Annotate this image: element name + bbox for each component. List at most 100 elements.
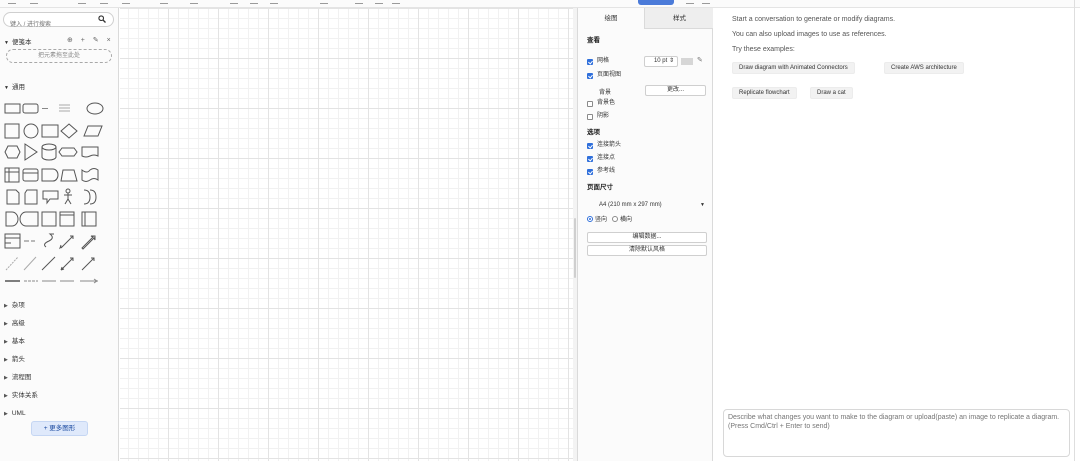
suggestion-chip[interactable]: Create AWS architecture (884, 62, 964, 74)
table-shape[interactable] (4, 167, 20, 183)
category-entity-relation[interactable]: ▶ 实体关系 (4, 387, 38, 405)
hexagon-shape[interactable] (4, 145, 21, 159)
shape-search-box[interactable] (3, 12, 114, 32)
container-shape[interactable] (22, 168, 39, 182)
scratchpad-dropzone[interactable]: 把元素拖至此处 (6, 49, 112, 63)
shadow-checkbox[interactable]: 阴影 (587, 112, 609, 121)
grid-color-swatch[interactable] (681, 58, 693, 65)
toolbar-icon[interactable] (702, 0, 710, 4)
bidirectional-arrow-shape[interactable] (59, 235, 74, 250)
tab-style[interactable]: 样式 (644, 8, 714, 29)
toolbar-icon[interactable] (122, 0, 130, 4)
toolbar-icon[interactable] (270, 0, 278, 4)
or-shape[interactable] (83, 189, 97, 205)
view-section-title: 查看 (587, 37, 600, 44)
toolbar-icon[interactable] (375, 0, 383, 4)
suggestion-chip[interactable]: Draw a cat (810, 87, 853, 99)
process-shape[interactable] (41, 124, 59, 138)
landscape-label[interactable]: 横向 (620, 214, 632, 223)
radio-checked-icon[interactable] (587, 215, 593, 222)
toolbar-icon[interactable] (78, 0, 86, 4)
toolbar-icon[interactable] (250, 0, 258, 4)
page-view-checkbox[interactable]: 页面视图 (587, 71, 621, 80)
general-header[interactable]: ▼ 通用 (4, 81, 25, 91)
category-basic[interactable]: ▶ 基本 (4, 333, 38, 351)
toolbar-icon[interactable] (190, 0, 198, 4)
line-2-shape[interactable] (23, 256, 37, 271)
suggestion-chip[interactable]: Replicate flowchart (732, 87, 797, 99)
connection-points-checkbox[interactable]: 连接点 (587, 154, 615, 163)
directional-line-shape[interactable] (41, 256, 56, 271)
toolbar-icon[interactable] (686, 0, 694, 4)
toolbar-icon[interactable] (320, 0, 328, 4)
toolbar-icon[interactable] (160, 0, 168, 4)
radio-empty-icon[interactable] (612, 215, 619, 222)
bidirectional-connector-shape[interactable] (60, 257, 74, 271)
manual-input-shape[interactable] (81, 211, 97, 227)
scrollbar-thumb[interactable] (574, 218, 576, 278)
square-shape[interactable] (4, 123, 20, 139)
category-flowchart[interactable]: ▶ 流程图 (4, 369, 38, 387)
list-shape[interactable] (4, 233, 21, 249)
trapezoid-shape[interactable] (60, 169, 78, 182)
arrow-connector-shape[interactable] (81, 257, 95, 271)
flex-arrow-shape[interactable] (81, 235, 96, 250)
toolbar-icon[interactable] (355, 0, 363, 4)
scratchpad-header[interactable]: ▼ 便笺本 (4, 36, 31, 46)
pencil-icon[interactable]: ✎ (697, 56, 703, 64)
scratchpad-tools[interactable]: ⊕ + ✎ × (67, 36, 114, 44)
chat-prompt-input[interactable] (723, 409, 1070, 457)
caret-right-icon: ▶ (4, 339, 8, 345)
toolbar-icon[interactable] (8, 0, 16, 4)
tape-shape[interactable] (81, 168, 99, 182)
search-icon[interactable] (98, 15, 106, 23)
delay-shape[interactable] (41, 168, 59, 182)
card-shape[interactable] (24, 189, 38, 205)
grid-checkbox[interactable]: 网格 (587, 57, 609, 66)
triangle-shape[interactable] (24, 143, 38, 161)
grid-size-input[interactable]: 10 pt ⇕ (644, 56, 678, 67)
note-shape[interactable] (6, 189, 20, 205)
callout-shape[interactable] (42, 190, 59, 205)
toolbar-icon[interactable] (230, 0, 238, 4)
guides-checkbox[interactable]: 参考线 (587, 167, 615, 176)
more-shapes-button[interactable]: + 更多图形 (31, 421, 88, 436)
parallelogram-shape[interactable] (83, 125, 103, 137)
square-2-shape[interactable] (41, 211, 57, 227)
top-toolbar (0, 0, 1080, 8)
change-background-button[interactable]: 更改... (645, 85, 706, 96)
data-storage-shape[interactable] (19, 211, 39, 227)
rectangle-shape[interactable] (4, 103, 21, 114)
edit-data-button[interactable]: 编辑数据... (587, 232, 707, 243)
circle-shape[interactable] (23, 123, 39, 139)
internal-storage-shape[interactable] (58, 147, 78, 157)
actor-shape[interactable] (64, 188, 72, 205)
toolbar-icon[interactable] (392, 0, 400, 4)
paper-size-select[interactable]: A4 (210 mm x 297 mm) ▼ (587, 199, 707, 211)
toolbar-icon[interactable] (100, 0, 108, 4)
textbox-shape[interactable] (59, 104, 70, 112)
toolbar-icon[interactable] (30, 0, 38, 4)
category-misc[interactable]: ▶ 杂项 (4, 297, 38, 315)
active-panel-tab[interactable] (638, 0, 674, 5)
category-advanced[interactable]: ▶ 高级 (4, 315, 38, 333)
and-shape[interactable] (5, 211, 19, 227)
tab-diagram[interactable]: 绘图 (578, 8, 644, 29)
frame-shape[interactable] (59, 211, 75, 227)
curve-shape[interactable] (44, 233, 54, 248)
rounded-rectangle-shape[interactable] (22, 103, 39, 114)
diamond-shape[interactable] (60, 123, 78, 139)
dashed-line-shape[interactable] (5, 256, 19, 271)
link-shape[interactable] (80, 278, 98, 284)
cylinder-shape[interactable] (41, 143, 57, 161)
clear-default-style-button[interactable]: 清除默认风格 (587, 245, 707, 256)
ellipse-shape[interactable] (86, 102, 104, 115)
diagram-canvas[interactable] (120, 8, 573, 461)
category-arrows[interactable]: ▶ 箭头 (4, 351, 38, 369)
search-input[interactable] (4, 18, 94, 32)
suggestion-chip[interactable]: Draw diagram with Animated Connectors (732, 62, 855, 74)
connection-arrows-checkbox[interactable]: 连接箭头 (587, 141, 621, 150)
portrait-label[interactable]: 竖向 (595, 214, 607, 223)
background-color-checkbox[interactable]: 背景色 (587, 99, 615, 108)
document-shape[interactable] (81, 146, 99, 158)
